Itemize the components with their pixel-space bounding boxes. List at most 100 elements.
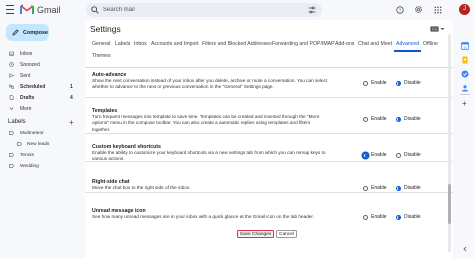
search-icon[interactable] — [91, 6, 99, 14]
page-title: Settings — [90, 24, 121, 34]
tab-themes[interactable]: Themes — [92, 53, 111, 59]
enable-label: Enable — [371, 80, 387, 86]
label-tag-icon — [9, 164, 14, 168]
top-bar: Gmail ? J — [0, 0, 474, 20]
enable-radio[interactable]: Enable — [363, 80, 387, 86]
tab-filters-and-blocked-addresses[interactable]: Filters and Blocked Addresses — [202, 41, 272, 47]
clock-icon — [9, 62, 14, 67]
disable-radio[interactable]: Disable — [396, 80, 421, 86]
radio-circle[interactable] — [396, 116, 401, 122]
section-divider — [85, 192, 453, 193]
sidebar-item-sent[interactable]: Sent — [0, 71, 80, 80]
sidebar-item-count: 1 — [70, 83, 73, 90]
label-name: Tennis — [20, 152, 34, 158]
radio-circle[interactable] — [363, 214, 368, 220]
cancel-button[interactable]: Cancel — [276, 230, 297, 238]
disable-radio[interactable]: Disable — [396, 214, 421, 220]
radio-circle[interactable] — [363, 80, 368, 86]
enable-radio[interactable]: Enable — [363, 152, 387, 158]
enable-label: Enable — [371, 214, 387, 220]
disable-radio[interactable]: Disable — [396, 152, 421, 158]
tabs-divider — [85, 67, 453, 68]
tab-forwarding-and-pop-imap[interactable]: Forwarding and POP/IMAP — [272, 41, 335, 47]
setting-description: Turn frequent messages into template to … — [92, 114, 320, 132]
label-name: Mailmeteor — [20, 130, 44, 136]
send-icon — [9, 73, 14, 78]
enable-radio[interactable]: Enable — [363, 214, 387, 220]
apps-grid-icon[interactable] — [434, 6, 442, 14]
enable-radio[interactable]: Enable — [363, 116, 387, 122]
radio-circle[interactable] — [363, 116, 368, 122]
search-options-icon[interactable] — [308, 6, 316, 14]
scrollbar-thumb[interactable] — [448, 184, 451, 224]
sidebar-item-label: Inbox — [20, 50, 33, 57]
tab-general[interactable]: General — [92, 41, 110, 47]
section-divider — [85, 133, 453, 134]
draft-icon — [9, 95, 14, 100]
schedule-send-icon — [9, 84, 14, 89]
sidebar-item-inbox[interactable]: Inbox — [0, 49, 80, 58]
tab-offline[interactable]: Offline — [423, 41, 438, 47]
add-label-icon[interactable]: + — [69, 118, 74, 127]
tasks-icon[interactable] — [461, 70, 469, 78]
inbox-icon — [9, 51, 14, 56]
contacts-icon[interactable] — [461, 84, 469, 92]
sidebar-item-snoozed[interactable]: Snoozed — [0, 60, 80, 69]
compose-label: Compose — [23, 29, 49, 36]
pencil-icon — [12, 29, 19, 36]
label-item[interactable]: Mailmeteor — [0, 129, 80, 138]
help-icon[interactable]: ? — [396, 6, 404, 14]
sidebar-item-drafts[interactable]: Drafts 4 — [0, 93, 80, 102]
keyboard-icon — [430, 26, 439, 32]
label-tag-icon — [9, 153, 14, 157]
tab-add-ons[interactable]: Add-ons — [335, 41, 354, 47]
tab-chat-and-meet[interactable]: Chat and Meet — [358, 41, 392, 47]
show-side-panel-icon[interactable] — [462, 246, 468, 252]
setting-description: Move the chat box to the right side of t… — [92, 185, 191, 190]
radio-circle[interactable] — [396, 80, 401, 86]
compose-button[interactable]: Compose — [6, 24, 49, 41]
label-item[interactable]: Tennis — [0, 151, 80, 160]
chevron-down-icon — [9, 107, 14, 110]
radio-circle[interactable] — [396, 185, 401, 191]
account-avatar[interactable]: J — [459, 4, 470, 15]
sidebar-item-more[interactable]: More — [0, 104, 80, 113]
settings-gear-icon[interactable] — [414, 5, 423, 14]
disable-radio[interactable]: Disable — [396, 116, 421, 122]
sidebar-item-count: 4 — [70, 94, 73, 101]
radio-circle[interactable] — [396, 214, 401, 220]
settings-scrollbar[interactable] — [448, 34, 451, 252]
sidebar-item-scheduled[interactable]: Scheduled 1 — [0, 82, 80, 91]
disable-label: Disable — [404, 116, 421, 122]
tab-labels[interactable]: Labels — [115, 41, 130, 47]
side-panel-divider — [460, 94, 470, 95]
label-item[interactable]: New leads — [0, 140, 80, 149]
sidebar-item-label: Snoozed — [20, 61, 40, 68]
search-input[interactable] — [103, 4, 293, 16]
disable-radio[interactable]: Disable — [396, 185, 421, 191]
input-tools-toggle[interactable] — [430, 26, 446, 32]
svg-text:31: 31 — [463, 46, 467, 50]
enable-label: Enable — [371, 152, 387, 158]
radio-circle[interactable] — [363, 185, 368, 191]
get-add-ons-icon[interactable]: + — [462, 100, 467, 108]
radio-circle[interactable] — [396, 152, 401, 158]
radio-circle[interactable] — [363, 152, 368, 158]
search-bar[interactable] — [86, 3, 322, 17]
main-menu-icon[interactable] — [6, 5, 14, 14]
sidebar-item-label: More — [20, 105, 32, 112]
tab-accounts-and-import[interactable]: Accounts and Import — [151, 41, 199, 47]
enable-radio[interactable]: Enable — [363, 185, 387, 191]
calendar-icon[interactable]: 31 — [461, 42, 469, 50]
svg-text:?: ? — [399, 8, 402, 13]
gmail-logo[interactable]: Gmail — [20, 4, 61, 15]
sidebar-item-label: Scheduled — [20, 83, 46, 90]
tab-inbox[interactable]: Inbox — [134, 41, 147, 47]
setting-description: Show the next conversation instead of yo… — [92, 78, 328, 90]
keep-icon[interactable] — [461, 56, 469, 64]
label-item[interactable]: Wedding — [0, 162, 80, 171]
tab-advanced[interactable]: Advanced — [396, 41, 419, 47]
disable-label: Disable — [404, 185, 421, 191]
active-tab-indicator — [394, 50, 421, 52]
save-changes-button[interactable]: Save Changes — [237, 230, 274, 238]
